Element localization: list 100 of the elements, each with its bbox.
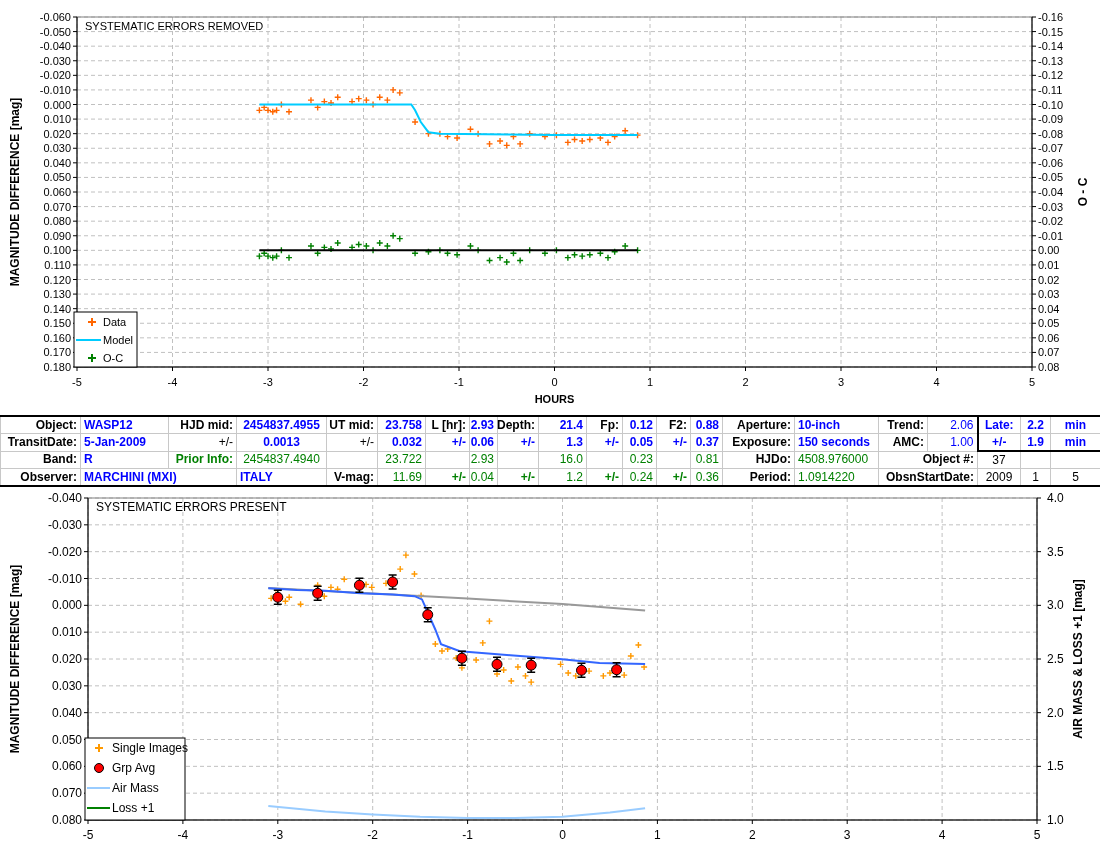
tick-label: 0.04 (1038, 302, 1060, 315)
tick-label: 0.070 (43, 200, 71, 213)
tick-label: -0.01 (1038, 229, 1064, 242)
tick-label: 0.030 (51, 678, 82, 693)
tick-label: 0.050 (43, 171, 71, 184)
table-cell: 2.93 (470, 452, 494, 468)
tick-label: 0.030 (43, 142, 71, 155)
table-cell: 0.04 (470, 469, 494, 485)
table-cell: 0.88 (695, 417, 719, 433)
table-cell: 0.36 (695, 469, 719, 485)
legend-label: Loss +1 (112, 801, 155, 815)
table-cell: 2.93 (470, 417, 494, 433)
tick-label: 3.5 (1047, 544, 1064, 559)
tick-label: 0.01 (1038, 258, 1060, 271)
tick-label: 3 (843, 828, 851, 842)
tick-label: 0.170 (43, 346, 71, 359)
tick-label: 4 (938, 828, 946, 842)
table-cell: +/- (604, 469, 619, 485)
tick-label: -0.010 (39, 83, 71, 96)
field-label: Object: (35, 417, 77, 433)
tick-label: 1.0 (1047, 813, 1064, 827)
tick-label: -3 (263, 376, 273, 388)
tick-label: 0.00 (1038, 244, 1060, 257)
tick-label: 3.0 (1047, 598, 1064, 613)
tick-label: 0.150 (43, 317, 71, 330)
tick-label: 0.08 (1038, 361, 1060, 373)
tick-label: -1 (462, 828, 473, 842)
table-cell: 23.758 (385, 417, 422, 433)
table-cell: 2454837.4940 (243, 452, 320, 468)
tick-label: -0.08 (1038, 127, 1064, 140)
tick-label: 0.02 (1038, 273, 1060, 286)
field-label: UT mid: (329, 417, 374, 433)
tick-label: -0.060 (39, 11, 71, 23)
tick-label: -0.14 (1038, 40, 1064, 53)
table-cell: +/- (672, 434, 687, 450)
field-label: HJDo: (755, 452, 791, 468)
tick-label: -0.12 (1038, 69, 1064, 82)
tick-label: -0.10 (1038, 98, 1064, 111)
tick-label: -2 (358, 376, 369, 388)
field-label: Exposure: (732, 434, 791, 450)
table-cell: +/- (604, 434, 619, 450)
table-cell: 10-inch (798, 417, 840, 433)
table-cell: 2454837.4955 (243, 417, 320, 433)
legend-label: Single Images (112, 741, 189, 755)
table-cell: 1.9 (1027, 434, 1044, 450)
table-cell: 0.24 (629, 469, 653, 485)
table-cell: 150 seconds (798, 434, 871, 450)
axis-label: MAGNITUDE DIFFERENCE [mag] (8, 564, 22, 754)
field-label: Fp: (600, 417, 619, 433)
tick-label: -5 (82, 828, 94, 842)
legend-label: Model (103, 334, 133, 346)
legend-label: Air Mass (112, 781, 159, 795)
table-cell: Late: (984, 417, 1014, 433)
table-cell: +/- (451, 434, 466, 450)
tick-label: -0.020 (39, 69, 71, 82)
tick-label: 0.120 (43, 273, 71, 286)
tick-label: -0.11 (1038, 83, 1063, 96)
axis-label: MAGNITUDE DIFFERENCE [mag] (8, 97, 22, 287)
table-cell: +/- (451, 469, 466, 485)
tick-label: -0.010 (47, 571, 82, 586)
table-cell: 1.00 (950, 434, 974, 450)
legend-label: Grp Avg (112, 761, 156, 775)
table-cell: 1.3 (566, 434, 583, 450)
table-cell: 5 (1072, 469, 1079, 485)
table-cell: +/- (520, 434, 535, 450)
tick-label: -0.040 (39, 40, 71, 53)
table-cell: 0.032 (391, 434, 422, 450)
tick-label: 0.020 (51, 652, 82, 666)
table-cell: min (1064, 417, 1087, 433)
field-label: L [hr]: (431, 417, 466, 433)
table-cell: 2009 (985, 469, 1013, 485)
table-cell: +/- (992, 434, 1007, 450)
tick-label: 0.000 (43, 98, 71, 111)
table-cell: +/- (218, 434, 233, 450)
tick-label: 5 (1033, 828, 1041, 842)
legend-label: O-C (103, 352, 124, 364)
tick-label: 1 (646, 376, 654, 388)
tick-label: 4 (933, 376, 940, 388)
table-cell: WASP12 (84, 417, 133, 433)
field-label: Observer: (20, 469, 77, 485)
field-label: Object #: (922, 452, 974, 468)
tick-label: -0.05 (1038, 171, 1064, 184)
tick-label: -0.030 (47, 517, 82, 532)
tick-label: 0.130 (43, 288, 71, 301)
tick-label: 2.5 (1047, 652, 1064, 666)
tick-label: 1 (654, 828, 661, 842)
tick-label: -0.07 (1038, 142, 1064, 155)
table-cell: 2.06 (950, 417, 974, 433)
field-label: Period: (749, 469, 791, 485)
tick-label: 0.010 (43, 113, 71, 126)
tick-label: 0.070 (51, 786, 82, 801)
tick-label: 0.040 (51, 705, 82, 720)
field-label: ObsnStartDate: (886, 469, 974, 485)
table-cell: 1.0914220 (798, 469, 855, 485)
table-cell: MARCHINI (MXI) (84, 469, 177, 485)
tick-label: 1.5 (1047, 759, 1064, 774)
tick-label: -5 (72, 376, 82, 388)
tick-label: 0.07 (1038, 346, 1060, 359)
tick-label: -4 (177, 828, 189, 842)
table-cell: +/- (672, 469, 687, 485)
